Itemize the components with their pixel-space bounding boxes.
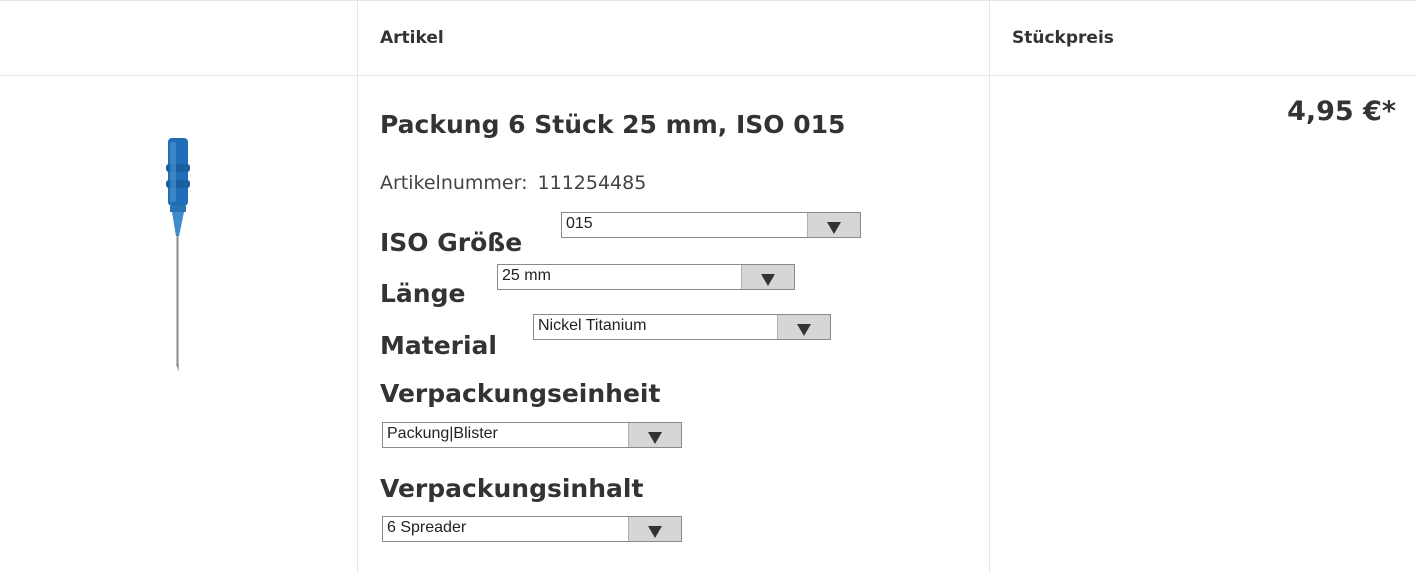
iso-size-label: ISO Größe [380,228,523,257]
chevron-down-icon [827,222,841,234]
length-label: Länge [380,279,466,308]
packaging-content-select[interactable]: 6 Spreader [382,516,682,542]
header-article: Artikel [380,28,444,48]
packaging-unit-label: Verpackungseinheit [380,379,661,408]
length-value: 25 mm [502,267,551,284]
chevron-down-icon [761,274,775,286]
chevron-down-icon [648,526,662,538]
iso-size-value: 015 [566,215,593,232]
endodontic-file-icon [166,138,190,372]
article-number-value: 111254485 [537,172,647,194]
iso-size-select[interactable]: 015 [561,212,861,238]
packaging-unit-select[interactable]: Packung|Blister [382,422,682,448]
length-select[interactable]: 25 mm [497,264,795,290]
header-unit-price: Stückpreis [1012,28,1114,48]
packaging-content-label: Verpackungsinhalt [380,474,644,503]
packaging-content-value: 6 Spreader [387,519,467,536]
unit-price: 4,95 €* [1287,96,1396,127]
column-divider [357,0,358,573]
table-top-border [0,0,1416,1]
material-select[interactable]: Nickel Titanium [533,314,831,340]
chevron-down-icon [797,324,811,336]
chevron-down-icon [648,432,662,444]
product-title: Packung 6 Stück 25 mm, ISO 015 [380,110,846,139]
header-row-border [0,75,1416,76]
product-image[interactable] [155,136,205,372]
article-number: Artikelnummer: 111254485 [380,172,646,194]
article-number-label: Artikelnummer: [380,172,528,194]
material-label: Material [380,331,497,360]
material-value: Nickel Titanium [538,317,647,334]
column-divider [989,0,990,573]
packaging-unit-value: Packung|Blister [387,425,498,442]
